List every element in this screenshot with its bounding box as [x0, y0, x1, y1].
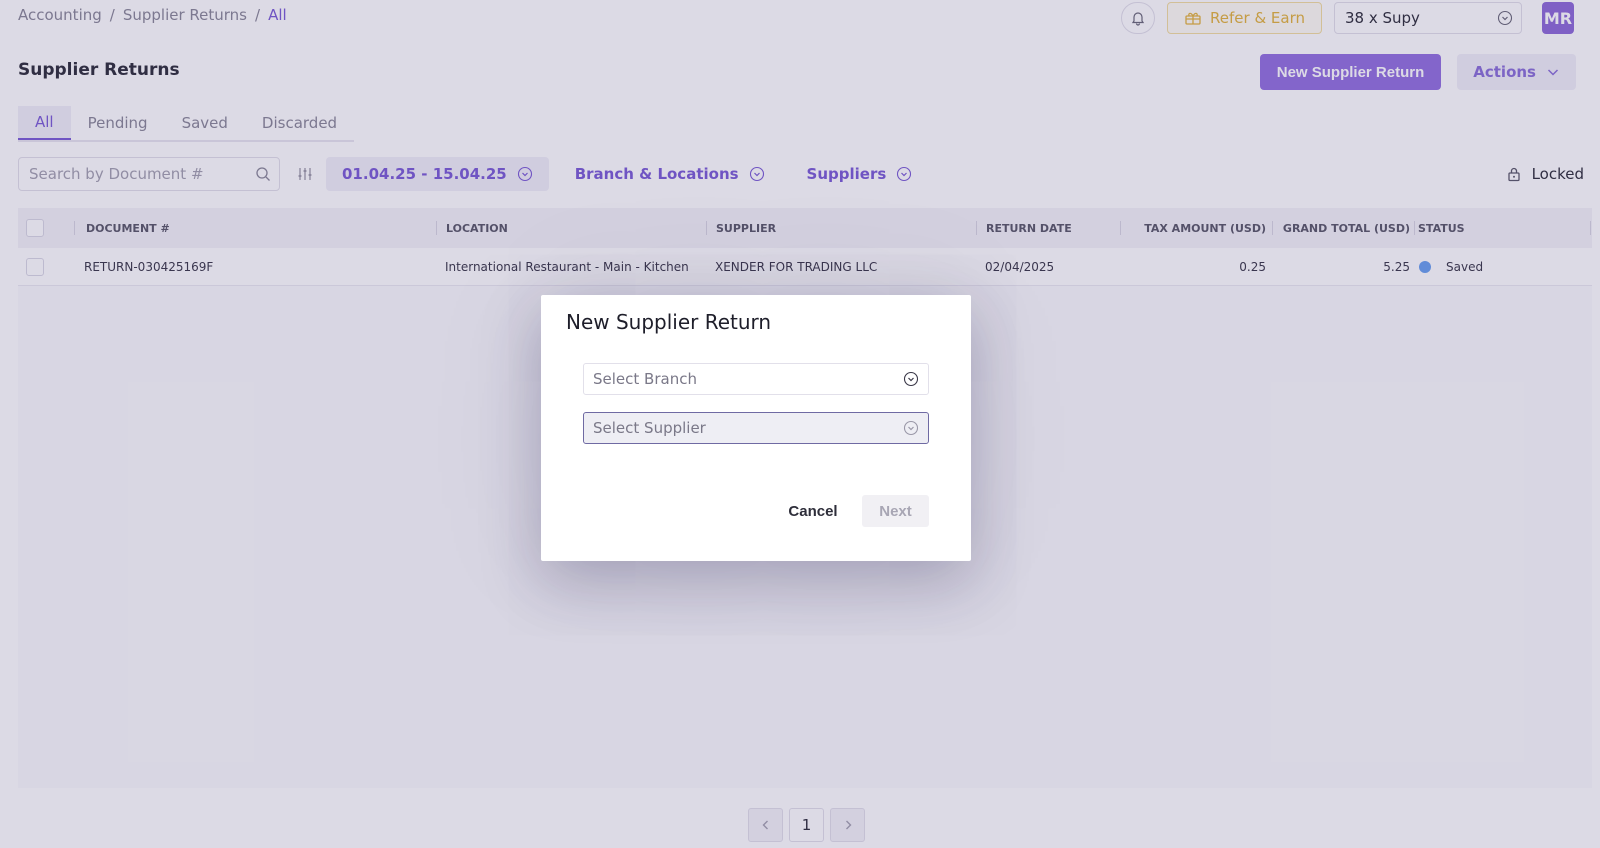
chevron-down-circle-icon: [903, 420, 919, 436]
chevron-down-circle-icon: [903, 371, 919, 387]
branch-select[interactable]: Select Branch: [583, 363, 929, 395]
supplier-select-placeholder: Select Supplier: [593, 419, 706, 437]
new-supplier-return-dialog: New Supplier Return Select Branch Select…: [541, 295, 971, 561]
next-button[interactable]: Next: [862, 495, 929, 527]
supplier-select[interactable]: Select Supplier: [583, 412, 929, 444]
branch-select-placeholder: Select Branch: [593, 370, 697, 388]
cancel-button[interactable]: Cancel: [776, 495, 850, 527]
dialog-title: New Supplier Return: [566, 310, 772, 334]
